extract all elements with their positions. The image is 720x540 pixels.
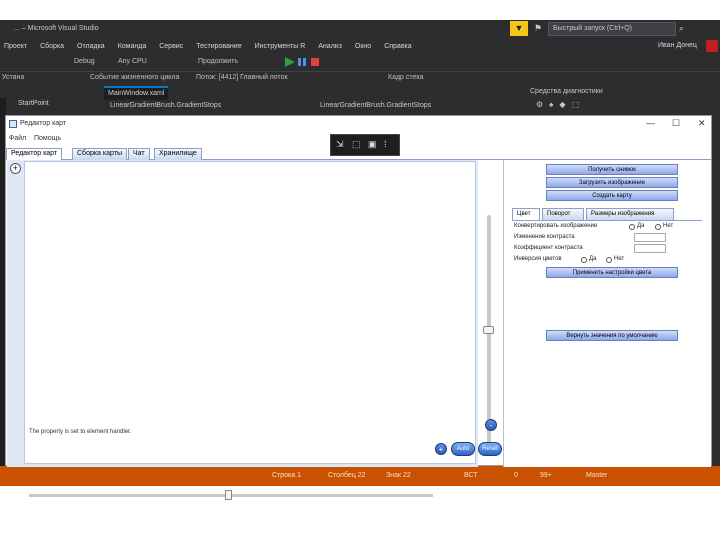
tab-chat[interactable]: Чат [128, 148, 150, 160]
convert-no-radio[interactable] [655, 224, 661, 230]
convert-yes-radio[interactable] [629, 224, 635, 230]
status-char: Знак 22 [386, 472, 411, 479]
menu-team[interactable]: Команда [118, 43, 147, 50]
thread-select[interactable]: Поток: [4412] Главный поток [196, 74, 288, 81]
lifecycle-select[interactable]: Событие жизненного цикла [90, 74, 179, 81]
vs-toolbar: Debug Any CPU Продолжить [0, 54, 720, 72]
tab-image-size[interactable]: Размеры изображения [586, 208, 674, 220]
zoom-in-icon[interactable]: + [10, 163, 21, 174]
load-image-button[interactable]: Загрузить изображение [546, 177, 678, 188]
app-tab-strip: Редактор карт Сборка карты Чат Хранилище [6, 146, 711, 160]
vs-menu-bar: Проект Сборка Отладка Команда Сервис Тес… [0, 38, 720, 54]
app-title-bar: Редактор карт — ☐ ✕ [6, 116, 711, 134]
status-branch[interactable]: Master [586, 472, 607, 479]
vs-title-bar: ... – Microsoft Visual Studio ▼ ⚑ Быстры… [0, 20, 720, 38]
nav-right-dropdown[interactable]: LinearGradientBrush.GradientStops [320, 102, 431, 109]
map-editor-window: Редактор карт — ☐ ✕ Файл Помощь ⇲ ⬚ ▣ ⁞ … [5, 115, 712, 500]
filter-icon[interactable]: ▼ [510, 21, 528, 36]
settings-panel: Получить снимок Загрузить изображение Со… [503, 160, 711, 467]
reset-button[interactable]: Reset [478, 442, 502, 456]
maximize-icon[interactable]: ☐ [672, 118, 680, 129]
quick-launch-input[interactable]: Быстрый запуск (Ctrl+Q) [548, 22, 676, 36]
continue-button[interactable]: Продолжить [198, 58, 238, 65]
tab-mainwindow[interactable]: MainWindow.xaml [104, 86, 169, 100]
get-snapshot-button[interactable]: Получить снимок [546, 164, 678, 175]
contrast-change-label: Изменение контраста [514, 234, 575, 240]
contrast-coef-label: Коэффициент контраста [514, 245, 583, 251]
convert-image-label: Конвертировать изображение [514, 223, 598, 229]
add-button[interactable]: + [435, 443, 447, 455]
play-icon[interactable] [285, 57, 295, 67]
tab-map-editor[interactable]: Редактор карт [6, 148, 63, 160]
invert-colors-label: Инверсия цветов [514, 256, 562, 262]
vs-title-text: ... – Microsoft Visual Studio [14, 25, 99, 32]
tab-startpoint[interactable]: StartPoint [14, 98, 53, 112]
create-map-button[interactable]: Создать карту [546, 190, 678, 201]
invert-no-radio[interactable] [606, 257, 612, 263]
status-line: Строка 1 [272, 472, 301, 479]
menu-analyze[interactable]: Анализ [318, 43, 342, 50]
app-menu-help[interactable]: Помощь [34, 135, 61, 142]
map-canvas[interactable] [24, 161, 476, 464]
reset-defaults-button[interactable]: Вернуть значения по умолчанию [546, 330, 678, 341]
status-edit-count[interactable]: 99+ [540, 472, 552, 479]
tab-color[interactable]: Цвет [512, 208, 540, 220]
menu-help[interactable]: Справка [384, 43, 411, 50]
app-icon [9, 120, 17, 128]
app-title: Редактор карт [20, 120, 67, 127]
menu-test[interactable]: Тестирование [196, 43, 241, 50]
tab-map-build[interactable]: Сборка карты [72, 148, 127, 160]
invert-yes-radio[interactable] [581, 257, 587, 263]
minimize-icon[interactable]: — [646, 118, 655, 128]
contrast-coef-input[interactable] [634, 244, 666, 253]
platform-select[interactable]: Any CPU [118, 58, 147, 65]
menu-r-tools[interactable]: Инструменты R [255, 43, 306, 50]
avatar[interactable] [706, 40, 718, 52]
vs-debug-location-bar: Устана Событие жизненного цикла Поток: [… [0, 72, 720, 86]
menu-build[interactable]: Сборка [40, 43, 64, 50]
pause-icon[interactable] [298, 58, 306, 66]
menu-tools[interactable]: Сервис [159, 43, 183, 50]
menu-window[interactable]: Окно [355, 43, 371, 50]
apply-color-button[interactable]: Применить настройки цвета [546, 267, 678, 278]
map-area: + The property is set to element handler… [7, 160, 497, 500]
zoom-out-button[interactable]: - [485, 419, 497, 431]
horizontal-slider-thumb[interactable] [225, 490, 232, 500]
diagnostics-title: Средства диагностики [530, 88, 603, 95]
map-status-text: The property is set to element handler. [29, 429, 132, 435]
solution-toolbar-icons[interactable]: ⚙♠◆⬚ [536, 100, 585, 109]
user-name[interactable]: Иван Донец [658, 42, 697, 49]
stack-frame-select[interactable]: Кадр стека [388, 74, 424, 81]
invert-yes-label: Да [589, 256, 597, 262]
contrast-change-input[interactable] [634, 233, 666, 242]
vs-status-bar: Строка 1 Столбец 22 Знак 22 ВСТ 0 99+ Ma… [0, 466, 720, 486]
tab-rotate[interactable]: Поворот [542, 208, 584, 220]
feedback-icon[interactable]: ⚑ [534, 23, 542, 34]
status-column: Столбец 22 [328, 472, 366, 479]
vs-document-tabs: StartPoint MainWindow.xaml LinearGradien… [0, 86, 720, 114]
close-icon[interactable]: ✕ [698, 118, 706, 129]
tab-divider [512, 220, 702, 221]
menu-project[interactable]: Проект [4, 43, 27, 50]
status-insert: ВСТ [464, 472, 478, 479]
auto-button[interactable]: Auto [451, 442, 475, 456]
left-label: Устана [2, 74, 25, 81]
vertical-slider-thumb[interactable] [483, 326, 494, 334]
invert-no-label: Нет [614, 256, 625, 262]
status-arrow-count[interactable]: 0 [514, 472, 518, 479]
search-icon[interactable]: ⌕ [679, 23, 684, 34]
stop-icon[interactable] [311, 58, 319, 66]
nav-left-dropdown[interactable]: LinearGradientBrush.GradientStops [110, 102, 221, 109]
config-select[interactable]: Debug [74, 58, 95, 65]
convert-no-label: Нет [663, 223, 674, 229]
tab-storage[interactable]: Хранилище [154, 148, 202, 160]
right-scrollbar[interactable] [712, 98, 720, 486]
app-menu-file[interactable]: Файл [9, 135, 26, 142]
menu-debug[interactable]: Отладка [77, 43, 105, 50]
convert-yes-label: Да [637, 223, 645, 229]
